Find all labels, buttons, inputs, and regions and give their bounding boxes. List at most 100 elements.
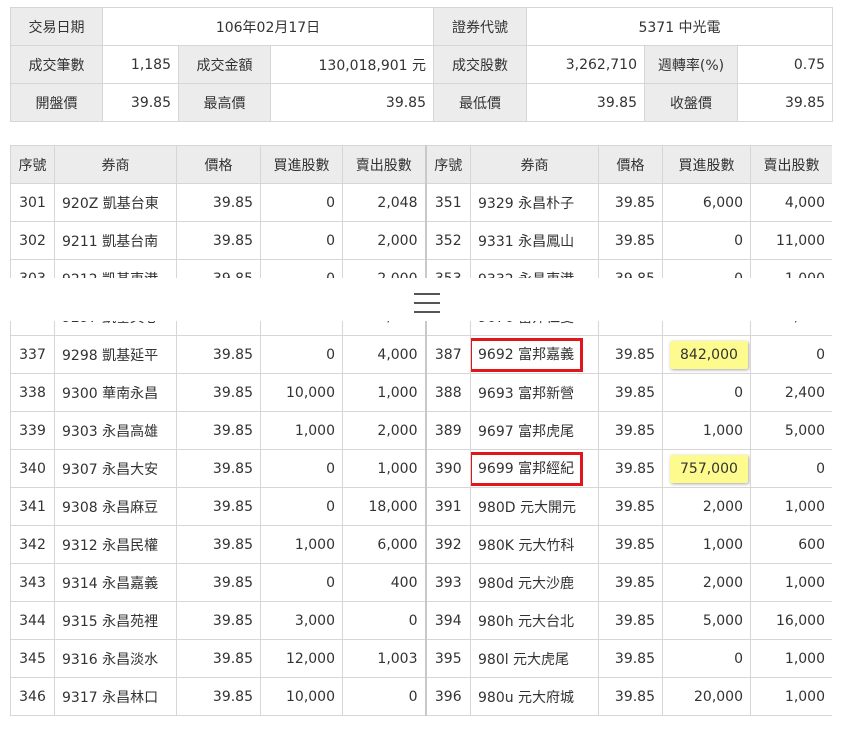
seq-cell: 353 [424,259,471,278]
sell-shares-cell: 1,000 [750,639,832,678]
table-row: 341 9308 永昌麻豆 39.85 0 18,000 391 980D 元大開元 39.8… [10,487,832,526]
sell-shares-cell: 11,000 [750,221,832,260]
buy-shares-cell: 12,000 [260,639,343,678]
table-row: 302 9211 凱基台南 39.85 0 2,000 352 9331 永昌鳳山 39.85… [10,221,832,260]
seq-cell: 392 [424,525,471,564]
high-price-value: 39.85 [269,83,435,122]
buy-shares-cell: 5,000 [662,601,751,640]
buy-shares-cell: 0 [260,449,343,488]
sell-shares-cell: 400 [342,563,426,602]
price-cell: 39.85 [598,601,663,640]
buy-shares-cell: 0 [662,321,751,336]
column-header-broker: 券商 [470,145,599,184]
buy-shares-cell: 2,000 [662,487,751,526]
price-cell: 39.85 [176,183,261,222]
seq-cell: 352 [424,221,471,260]
trade-amount-label: 成交金額 [178,45,271,84]
price-cell: 39.85 [598,487,663,526]
buy-shares-cell: 757,000 [662,449,751,488]
close-price-value: 39.85 [737,83,834,122]
price-cell: 39.85 [598,525,663,564]
price-cell: 39.85 [598,335,663,374]
seq-cell: 301 [10,183,55,222]
sell-shares-cell: 5,000 [342,321,426,336]
table-header-row: 序號 券商 價格 買進股數 賣出股數 序號 券商 價格 買進股數 賣出股數 [10,145,832,184]
price-cell: 39.85 [176,525,261,564]
sell-shares-cell: 1,000 [750,487,832,526]
seq-cell: 388 [424,373,471,412]
low-price-label: 最低價 [433,83,528,122]
turnover-label: 週轉率(%) [644,45,739,84]
buy-shares-cell: 2,000 [662,563,751,602]
table-row: 3369297 凱基文心39.8505,0003869676 富邦仁愛39.85… [10,321,832,336]
trade-count-label: 成交筆數 [10,45,103,84]
price-cell: 39.85 [176,321,261,336]
seq-cell: 344 [10,601,55,640]
sell-shares-cell: 0 [750,335,832,374]
price-cell: 39.85 [598,259,663,278]
highlighted-buy-shares: 757,000 [670,454,748,483]
table-row: 340 9307 永昌大安 39.85 0 1,000 390 9699 富邦經紀 39.85… [10,449,832,488]
broker-cell: 9212 凱基東港 [54,259,177,278]
buy-shares-cell: 3,000 [260,601,343,640]
sell-shares-cell: 5,000 [750,321,832,336]
column-header-broker: 券商 [54,145,177,184]
price-cell: 39.85 [598,221,663,260]
broker-cell: 9303 永昌高雄 [54,411,177,450]
broker-cell: 9676 富邦仁愛 [470,321,599,336]
high-price-label: 最高價 [178,83,271,122]
broker-cell: 9317 永昌林口 [54,677,177,716]
table-row: 343 9314 永昌嘉義 39.85 0 400 393 980d 元大沙鹿 39.85 2,… [10,563,832,602]
price-cell: 39.85 [598,677,663,716]
sell-shares-cell: 1,003 [342,639,426,678]
buy-shares-cell: 0 [260,321,343,336]
trade-amount-value: 130,018,901 元 [269,45,435,84]
broker-table: 序號 券商 價格 買進股數 賣出股數 序號 券商 價格 買進股數 賣出股數 301 920Z 凱基台… [10,145,832,278]
buy-shares-cell: 0 [662,373,751,412]
broker-cell: 9697 富邦虎尾 [470,411,599,450]
open-price-value: 39.85 [102,83,179,122]
close-price-label: 收盤價 [644,83,739,122]
broker-table-bottom-slice: 3369297 凱基文心39.8505,0003869676 富邦仁愛39.85… [10,321,832,717]
sell-shares-cell: 1,000 [750,563,832,602]
broker-cell: 9332 永昌東港 [470,259,599,278]
sell-shares-cell: 0 [342,677,426,716]
sell-shares-cell: 16,000 [750,601,832,640]
seq-cell: 340 [10,449,55,488]
trade-count-value: 1,185 [102,45,179,84]
seq-cell: 345 [10,639,55,678]
seq-cell: 386 [424,321,471,336]
table-body-bottom: 3369297 凱基文心39.8505,0003869676 富邦仁愛39.85… [10,321,832,716]
highlighted-buy-shares: 842,000 [670,340,748,369]
seq-cell: 303 [10,259,55,278]
column-header-price: 價格 [176,145,261,184]
sell-shares-cell: 4,000 [750,183,832,222]
price-cell: 39.85 [176,221,261,260]
buy-shares-cell: 0 [260,183,343,222]
buy-shares-cell: 0 [260,487,343,526]
sell-shares-cell: 0 [342,601,426,640]
open-price-label: 開盤價 [10,83,103,122]
trade-date-label: 交易日期 [10,7,103,46]
buy-shares-cell: 0 [662,259,751,278]
seq-cell: 393 [424,563,471,602]
table-body-top: 301 920Z 凱基台東 39.85 0 2,048 351 9329 永昌朴子 39.85… [10,183,832,278]
price-cell: 39.85 [176,563,261,602]
sell-shares-cell: 2,000 [342,411,426,450]
sell-shares-cell: 1,000 [342,373,426,412]
table-row: 337 9298 凱基延平 39.85 0 4,000 387 9692 富邦嘉義 39.85… [10,335,832,374]
broker-table: 3369297 凱基文心39.8505,0003869676 富邦仁愛39.85… [10,321,832,716]
broker-cell: 980D 元大開元 [470,487,599,526]
summary-table: 交易日期 106年02月17日 證券代號 5371 中光電 成交筆數 1,185… [10,7,834,122]
buy-shares-cell: 0 [260,259,343,278]
seq-cell: 391 [424,487,471,526]
security-code-value: 5371 中光電 [526,7,834,46]
buy-shares-cell: 0 [662,639,751,678]
column-header-seq: 序號 [424,145,471,184]
table-row: 3039212 凱基東港39.8502,0003539332 永昌東港39.85… [10,259,832,278]
broker-cell: 9316 永昌淡水 [54,639,177,678]
price-cell: 39.85 [598,639,663,678]
sell-shares-cell: 600 [750,525,832,564]
broker-cell: 9298 凱基延平 [54,335,177,374]
seq-cell: 339 [10,411,55,450]
